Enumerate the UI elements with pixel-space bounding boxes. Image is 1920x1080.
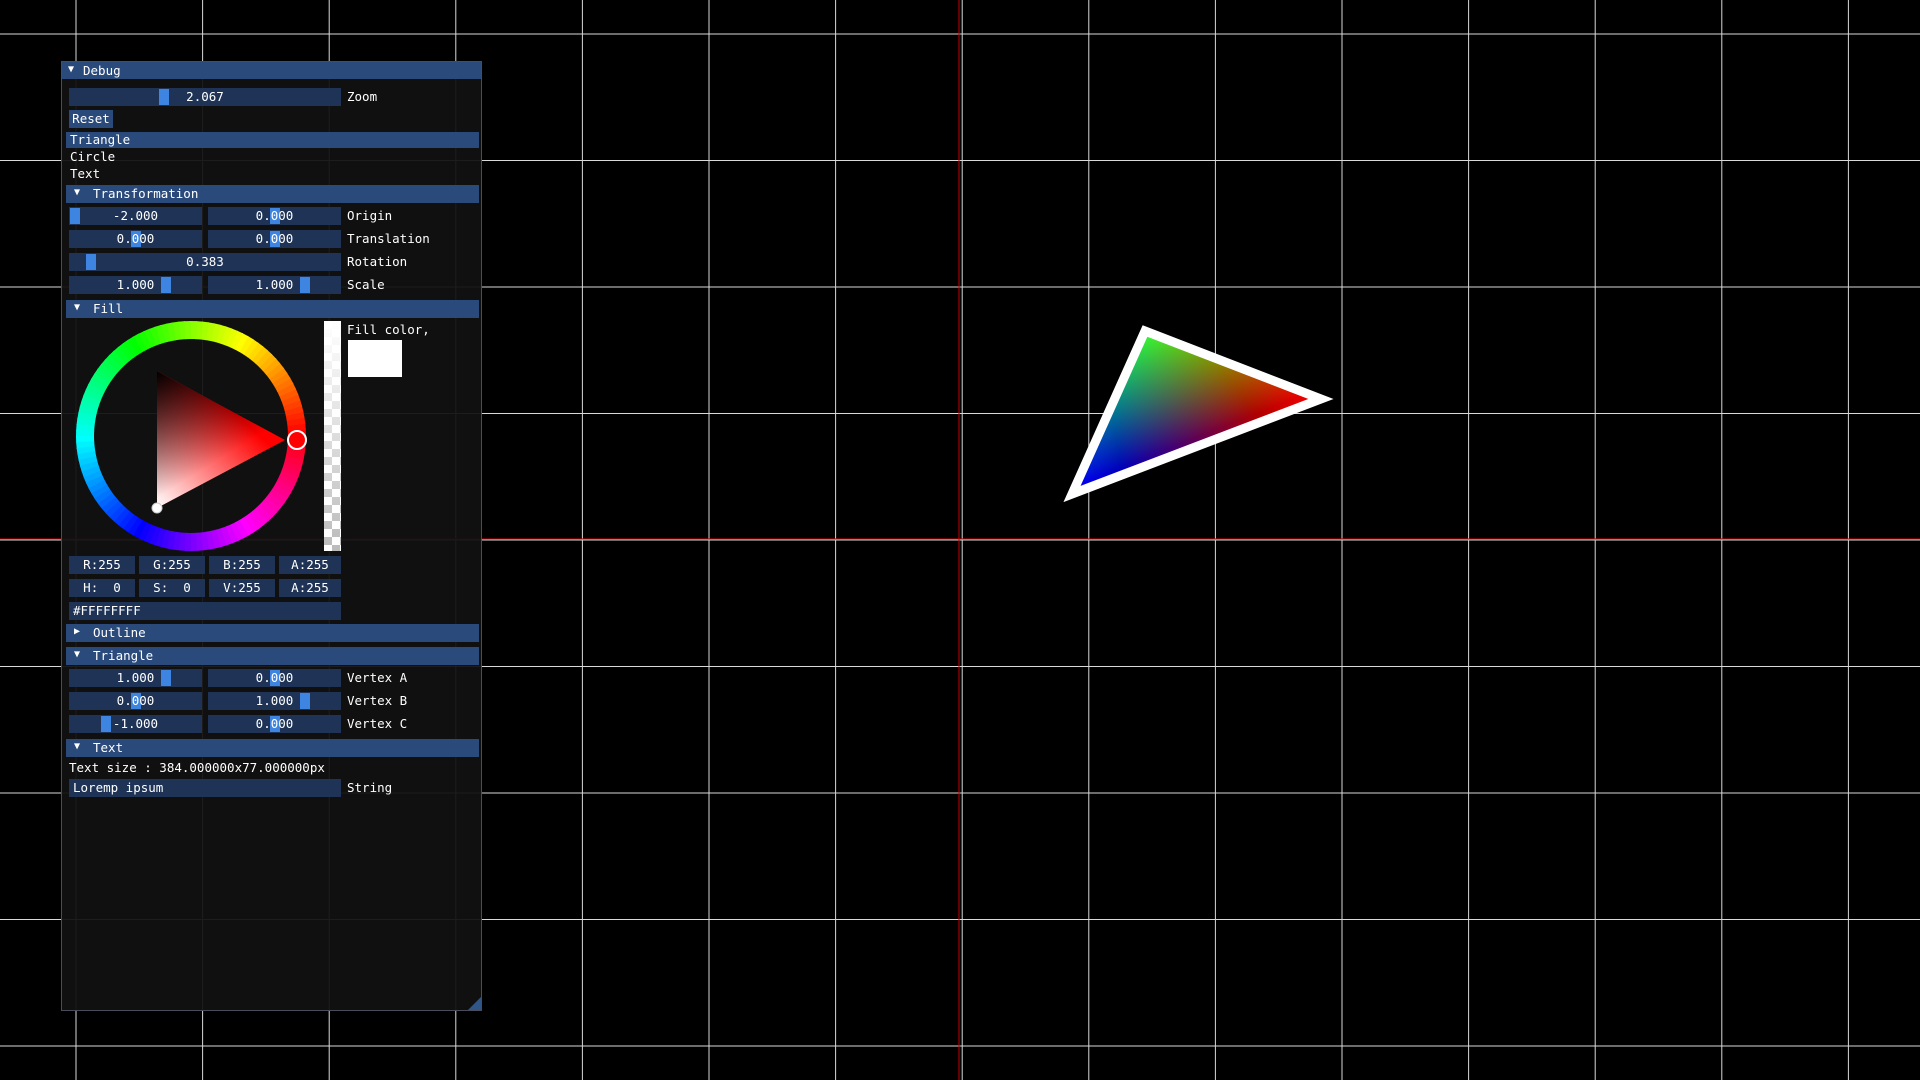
rotation-label: Rotation — [347, 254, 408, 269]
scale-y-grab[interactable] — [300, 277, 310, 293]
triangle-shape[interactable] — [1063, 325, 1334, 503]
scale-y-drag[interactable]: 1.000 — [208, 276, 341, 294]
fill-header[interactable]: ▼ Fill — [66, 300, 479, 318]
vertex-a-x-grab[interactable] — [161, 670, 171, 686]
window-title: Debug — [83, 63, 121, 78]
alpha-field[interactable]: A:255 — [279, 556, 341, 574]
rotation-grab[interactable] — [86, 254, 96, 270]
expanded-triangle-icon: ▼ — [74, 302, 81, 313]
triangle-header[interactable]: ▼ Triangle — [66, 647, 479, 665]
origin-x-grab[interactable] — [70, 208, 80, 224]
scale-x-grab[interactable] — [161, 277, 171, 293]
expanded-triangle-icon: ▼ — [74, 187, 81, 198]
debug-window[interactable]: ▼ Debug 2.067 Zoom Reset Triangle Circle… — [61, 61, 482, 1011]
alpha-field-hsv[interactable]: A:255 — [279, 579, 341, 597]
blue-field[interactable]: B:255 — [209, 556, 275, 574]
outline-header[interactable]: ▶ Outline — [66, 624, 479, 642]
vertex-a-y-drag[interactable]: 0.000 — [208, 669, 341, 687]
origin-x-drag[interactable]: -2.000 — [69, 207, 202, 225]
vertex-a-label: Vertex A — [347, 670, 408, 685]
green-field[interactable]: G:255 — [139, 556, 205, 574]
fill-color-swatch[interactable] — [348, 340, 402, 377]
vertex-a-x-drag[interactable]: 1.000 — [69, 669, 202, 687]
rotation-slider[interactable]: 0.383 — [69, 253, 341, 271]
transformation-header[interactable]: ▼ Transformation — [66, 185, 479, 203]
window-titlebar[interactable]: ▼ Debug — [62, 62, 481, 79]
vertex-c-x-drag[interactable]: -1.000 — [69, 715, 202, 733]
string-label: String — [347, 780, 393, 795]
vertex-b-y-drag[interactable]: 1.000 — [208, 692, 341, 710]
sv-marker[interactable] — [151, 502, 163, 514]
fill-color-label: Fill color, — [347, 322, 430, 337]
zoom-slider[interactable]: 2.067 — [69, 88, 341, 106]
hex-input[interactable]: #FFFFFFFF — [69, 602, 341, 620]
string-input[interactable]: Loremp ipsum — [69, 779, 341, 797]
zoom-slider-grab[interactable] — [159, 89, 169, 105]
shape-list-item-text[interactable]: Text — [66, 166, 479, 182]
collapsed-triangle-icon: ▶ — [74, 626, 81, 637]
value-field[interactable]: V:255 — [209, 579, 275, 597]
scale-x-drag[interactable]: 1.000 — [69, 276, 202, 294]
saturation-field[interactable]: S: 0 — [139, 579, 205, 597]
collapse-triangle-icon[interactable]: ▼ — [68, 64, 74, 75]
expanded-triangle-icon: ▼ — [74, 649, 81, 660]
shape-list-item-triangle[interactable]: Triangle — [66, 132, 479, 148]
origin-label: Origin — [347, 208, 393, 223]
translation-x-drag[interactable]: 0.000 — [69, 230, 202, 248]
alpha-bar[interactable] — [324, 321, 341, 551]
resize-grip[interactable] — [468, 997, 481, 1010]
text-size-readout: Text size : 384.000000x77.000000px — [69, 760, 325, 775]
shape-list-item-circle[interactable]: Circle — [66, 149, 479, 165]
vertex-c-x-grab[interactable] — [101, 716, 111, 732]
red-field[interactable]: R:255 — [69, 556, 135, 574]
translation-label: Translation — [347, 231, 430, 246]
vertex-c-label: Vertex C — [347, 716, 408, 731]
reset-button[interactable]: Reset — [69, 110, 113, 128]
translation-y-drag[interactable]: 0.000 — [208, 230, 341, 248]
text-header[interactable]: ▼ Text — [66, 739, 479, 757]
origin-y-drag[interactable]: 0.000 — [208, 207, 341, 225]
vertex-b-label: Vertex B — [347, 693, 408, 708]
zoom-value: 2.067 — [186, 89, 224, 104]
expanded-triangle-icon: ▼ — [74, 741, 81, 752]
vertex-b-y-grab[interactable] — [300, 693, 310, 709]
vertex-c-y-drag[interactable]: 0.000 — [208, 715, 341, 733]
color-picker-wheel[interactable] — [74, 319, 308, 553]
sv-triangle[interactable] — [157, 371, 285, 508]
hue-marker[interactable] — [287, 430, 307, 450]
vertex-b-x-drag[interactable]: 0.000 — [69, 692, 202, 710]
zoom-label: Zoom — [347, 89, 378, 104]
scale-label: Scale — [347, 277, 385, 292]
hue-field[interactable]: H: 0 — [69, 579, 135, 597]
